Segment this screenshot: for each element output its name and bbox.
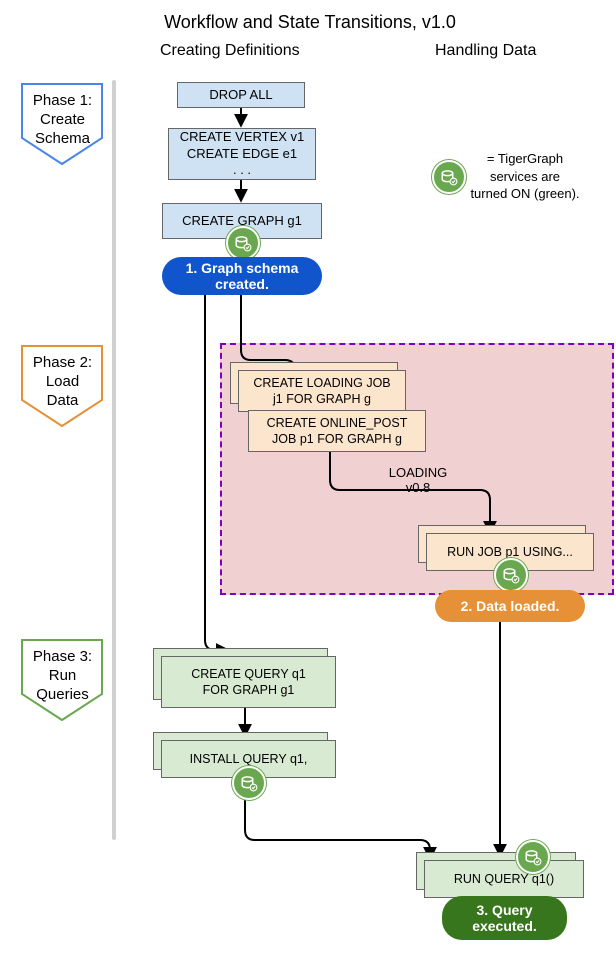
card-create-loading-job: CREATE LOADING JOB j1 FOR GRAPH g bbox=[238, 370, 406, 412]
tg-icon-run-query bbox=[516, 840, 550, 874]
card-run-query: RUN QUERY q1() bbox=[424, 860, 584, 898]
state-data-loaded: 2. Data loaded. bbox=[435, 590, 585, 622]
box-drop-all: DROP ALL bbox=[177, 82, 305, 108]
box-create-vertex-edge: CREATE VERTEX v1 CREATE EDGE e1 . . . bbox=[168, 128, 316, 180]
card-create-query: CREATE QUERY q1 FOR GRAPH g1 bbox=[161, 656, 336, 708]
state-schema-created: 1. Graph schema created. bbox=[162, 257, 322, 295]
tg-icon-install-query bbox=[232, 766, 266, 800]
state-query-executed: 3. Query executed. bbox=[442, 896, 567, 940]
tg-icon-create-graph bbox=[226, 226, 260, 260]
loading-version-label: LOADING v0.8 bbox=[378, 465, 458, 495]
card-create-online-post: CREATE ONLINE_POST JOB p1 FOR GRAPH g bbox=[248, 410, 426, 452]
tg-icon-run-job bbox=[494, 558, 528, 592]
